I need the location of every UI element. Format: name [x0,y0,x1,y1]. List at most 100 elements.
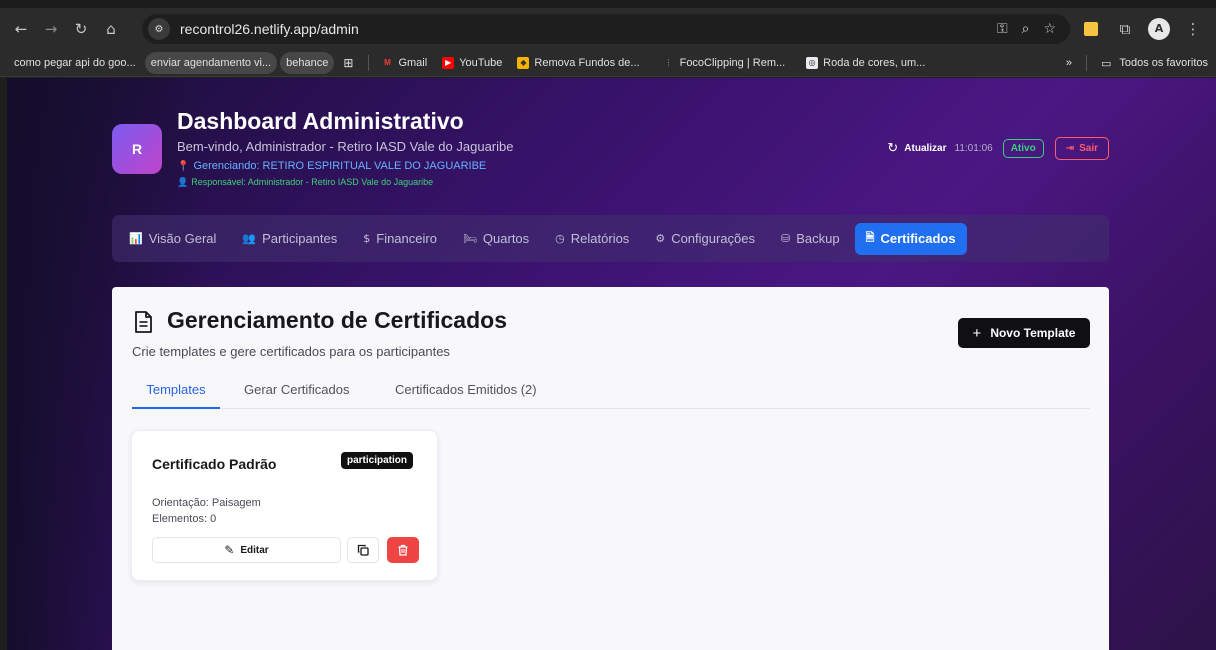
zoom-icon[interactable]: ⌕ [1022,21,1030,37]
bookmark-label: YouTube [459,56,503,69]
new-template-button[interactable]: + Novo Template [958,318,1090,348]
bookmark-item[interactable]: como pegar api do goo... [8,52,142,74]
dashboard-header: R Dashboard Administrativo Bem-vindo, Ad… [112,105,1109,191]
database-icon: ⛁ [781,232,791,245]
copy-icon [357,544,369,556]
template-orientation: Orientação: Paisagem [152,497,261,509]
folder-icon: ▭ [1100,56,1112,70]
back-icon[interactable]: ← [6,14,36,44]
clock-time: 11:01:06 [954,142,993,154]
clock-icon: ◷ [555,232,565,245]
nav-financeiro[interactable]: $ Financeiro [352,223,448,255]
refresh-icon[interactable]: ↻ [887,141,898,156]
logout-button[interactable]: ⇥ Sair [1054,136,1109,160]
site-info-icon[interactable]: ⚙ [148,18,170,40]
certificates-panel: Gerenciamento de Certificados Crie templ… [112,287,1109,650]
tabs-bar: Templates Gerar Certificados Certificado… [132,374,1090,409]
password-key-icon[interactable]: ⚿ [997,21,1008,37]
color-wheel-icon: ◎ [806,56,819,69]
bookmark-remove-bg[interactable]: ◆ Remova Fundos de... [511,52,645,74]
bookmark-label: como pegar api do goo... [14,56,136,69]
dollar-icon: $ [363,232,371,245]
gear-icon: ⚙ [655,232,666,245]
document-icon: 🗎 [865,231,875,244]
nav-label: Financeiro [376,231,437,246]
menu-kebab-icon[interactable]: ⋮ [1178,14,1208,44]
browser-tab-strip [0,0,1216,8]
refresh-button[interactable]: Atualizar [904,143,946,154]
nav-configuracoes[interactable]: ⚙ Configurações [644,223,766,255]
reload-icon[interactable]: ↻ [66,14,96,44]
delete-template-button[interactable] [387,537,419,563]
nav-visao-geral[interactable]: 📊 Visão Geral [118,223,227,255]
edit-icon: ✎ [224,543,235,557]
bookmark-star-icon[interactable]: ☆ [1043,21,1056,37]
tab-gerar-certificados[interactable]: Gerar Certificados [244,374,349,409]
nav-relatorios[interactable]: ◷ Relatórios [544,223,640,255]
new-template-label: Novo Template [990,326,1076,340]
extension-icon[interactable] [1076,14,1106,44]
main-nav: 📊 Visão Geral 👥 Participantes $ Financeiro … [112,215,1109,262]
plus-icon: + [972,324,982,342]
url-text[interactable]: recontrol26.netlify.app/admin [180,21,359,37]
extensions-puzzle-icon[interactable]: ⧉ [1110,14,1140,44]
nav-participantes[interactable]: 👥 Participantes [231,223,348,255]
nav-label: Backup [796,231,840,246]
chart-icon: 📊 [129,232,143,245]
nav-label: Configurações [671,231,756,246]
edit-label: Editar [240,544,269,556]
nav-backup[interactable]: ⛁ Backup [770,223,851,255]
gmail-icon: M [384,58,391,67]
forward-icon[interactable]: → [36,14,66,44]
bookmarks-overflow-icon[interactable]: » [1066,57,1072,69]
trash-icon [398,544,408,556]
status-badge: Ativo [1002,138,1044,158]
person-icon: 👤 [177,178,189,188]
all-bookmarks-link[interactable]: Todos os favoritos [1119,57,1208,69]
profile-avatar[interactable]: A [1144,14,1174,44]
bookmark-youtube[interactable]: ▶ YouTube [436,52,508,74]
bookmark-color-wheel[interactable]: ◎ Roda de cores, um... [800,52,931,74]
certificate-document-icon [135,311,152,333]
edit-template-button[interactable]: ✎ Editar [152,537,341,563]
bookmark-label: Roda de cores, um... [823,56,926,69]
bookmark-label: Gmail [398,56,428,69]
template-card: Certificado Padrão participation Orienta… [131,430,438,581]
fococlipping-icon: ⋮ [664,58,673,67]
logout-icon: ⇥ [1065,142,1075,154]
nav-label: Participantes [262,231,338,246]
template-type-badge: participation [341,452,414,469]
template-elements: Elementos: 0 [152,513,217,525]
apps-grid-icon[interactable]: ⊞ [337,52,359,74]
nav-label: Quartos [482,231,530,246]
nav-quartos[interactable]: 🛏 Quartos [452,223,540,255]
remove-bg-icon: ◆ [517,56,530,69]
bookmark-item[interactable]: behance [280,51,335,74]
bookmark-fococlipping[interactable]: ⋮ FocoClipping | Rem... [657,52,792,74]
address-bar[interactable]: ⚙ recontrol26.netlify.app/admin ⚿ ⌕ ☆ [142,14,1070,44]
header-actions: ↻ Atualizar 11:01:06 Ativo ⇥ Sair [887,136,1109,160]
location-pin-icon: 📍 [177,161,190,172]
nav-label: Certificados [880,231,956,246]
browser-toolbar: ← → ↻ ⌂ ⚙ recontrol26.netlify.app/admin … [0,8,1216,49]
welcome-text: Bem-vindo, Administrador - Retiro IASD V… [177,139,514,154]
tab-templates[interactable]: Templates [132,374,220,409]
page-title: Dashboard Administrativo [177,108,464,134]
bookmark-label: behance [286,56,329,69]
avatar: R [112,124,162,174]
bookmark-gmail[interactable]: M Gmail [375,52,433,74]
logout-label: Sair [1079,142,1098,154]
bookmark-label: Remova Fundos de... [534,56,640,69]
nav-certificados[interactable]: 🗎 Certificados [854,222,967,255]
managing-line: 📍 Gerenciando: RETIRO ESPIRITUAL VALE DO … [177,160,486,172]
youtube-icon: ▶ [442,56,455,69]
bed-icon: 🛏 [462,232,477,245]
nav-label: Relatórios [570,231,630,246]
home-icon[interactable]: ⌂ [96,14,126,44]
bookmarks-divider [368,54,370,71]
managing-text: Gerenciando: RETIRO ESPIRITUAL VALE DO J… [193,160,487,172]
tab-certificados-emitidos[interactable]: Certificados Emitidos (2) [395,374,537,409]
bookmark-item[interactable]: enviar agendamento vi... [144,51,278,74]
duplicate-template-button[interactable] [347,537,379,563]
template-name: Certificado Padrão [152,456,277,472]
